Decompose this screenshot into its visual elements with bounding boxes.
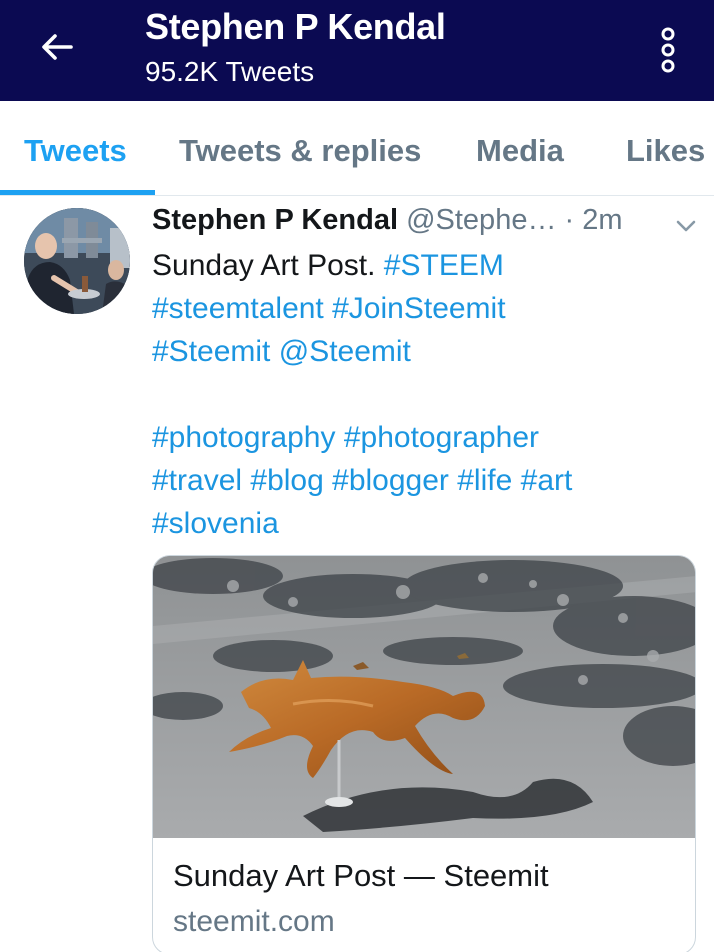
tweet-text-line: #photography #photographer xyxy=(152,416,692,459)
hashtag-link[interactable]: #STEEM xyxy=(384,249,504,282)
tweet-text-line: #Steemit @Steemit xyxy=(152,330,692,373)
hashtag-link[interactable]: #photographer xyxy=(344,421,539,454)
link-preview-card[interactable]: Sunday Art Post — Steemit steemit.com xyxy=(152,555,696,952)
tweet-timestamp: 2m xyxy=(582,204,623,236)
avatar-photo xyxy=(24,208,130,314)
back-button[interactable] xyxy=(32,22,82,72)
hashtag-link[interactable]: #life xyxy=(457,464,512,497)
tab-media[interactable]: Media xyxy=(476,133,564,169)
fox-sculpture-photo xyxy=(153,556,695,838)
hashtag-link[interactable]: #steemtalent xyxy=(152,292,324,325)
tweet[interactable]: Stephen P Kendal @Stephe… · 2m Sunday Ar… xyxy=(0,196,714,952)
tweet-author-handle[interactable]: @Stephe… xyxy=(406,204,556,236)
active-tab-indicator xyxy=(0,190,155,195)
more-options-button[interactable] xyxy=(648,20,688,80)
tweet-options-button[interactable] xyxy=(672,216,700,236)
tweet-text-line: Sunday Art Post. #STEEM xyxy=(152,244,692,287)
mention-link[interactable]: @Steemit xyxy=(279,335,411,368)
tweet-text: Sunday Art Post. #STEEM #steemtalent #Jo… xyxy=(152,244,692,545)
tweet-text-line: #slovenia xyxy=(152,502,692,545)
hashtag-link[interactable]: #JoinSteemit xyxy=(332,292,505,325)
tab-likes[interactable]: Likes xyxy=(626,133,705,169)
tweet-text-line: #steemtalent #JoinSteemit xyxy=(152,287,692,330)
tweet-count: 95.2K Tweets xyxy=(145,56,315,87)
hashtag-link[interactable]: #slovenia xyxy=(152,507,279,540)
tab-tweets-and-replies[interactable]: Tweets & replies xyxy=(179,133,421,169)
tweet-author-name[interactable]: Stephen P Kendal xyxy=(152,204,398,236)
hashtag-link[interactable]: #blogger xyxy=(332,464,449,497)
hashtag-link[interactable]: #blog xyxy=(250,464,323,497)
tweet-text-line: #travel #blog #blogger #life #art xyxy=(152,459,692,502)
hashtag-link[interactable]: #Steemit xyxy=(152,335,270,368)
avatar[interactable] xyxy=(24,208,130,314)
card-domain: steemit.com xyxy=(173,905,335,938)
tweet-plain-text: Sunday Art Post. xyxy=(152,249,384,282)
profile-name: Stephen P Kendal xyxy=(145,6,446,47)
hashtag-link[interactable]: #art xyxy=(521,464,573,497)
profile-tabs: Tweets Tweets & replies Media Likes xyxy=(0,101,714,196)
tab-tweets[interactable]: Tweets xyxy=(24,133,127,169)
chevron-down-icon xyxy=(676,220,696,232)
tweet-header: Stephen P Kendal @Stephe… · 2m xyxy=(152,204,672,244)
more-vertical-icon xyxy=(661,27,675,73)
card-image[interactable] xyxy=(153,556,695,838)
card-title[interactable]: Sunday Art Post — Steemit xyxy=(173,858,549,894)
separator-dot: · xyxy=(564,204,575,236)
hashtag-link[interactable]: #travel xyxy=(152,464,242,497)
arrow-left-icon xyxy=(42,34,73,60)
profile-header: Stephen P Kendal 95.2K Tweets xyxy=(0,0,714,101)
hashtag-link[interactable]: #photography xyxy=(152,421,336,454)
